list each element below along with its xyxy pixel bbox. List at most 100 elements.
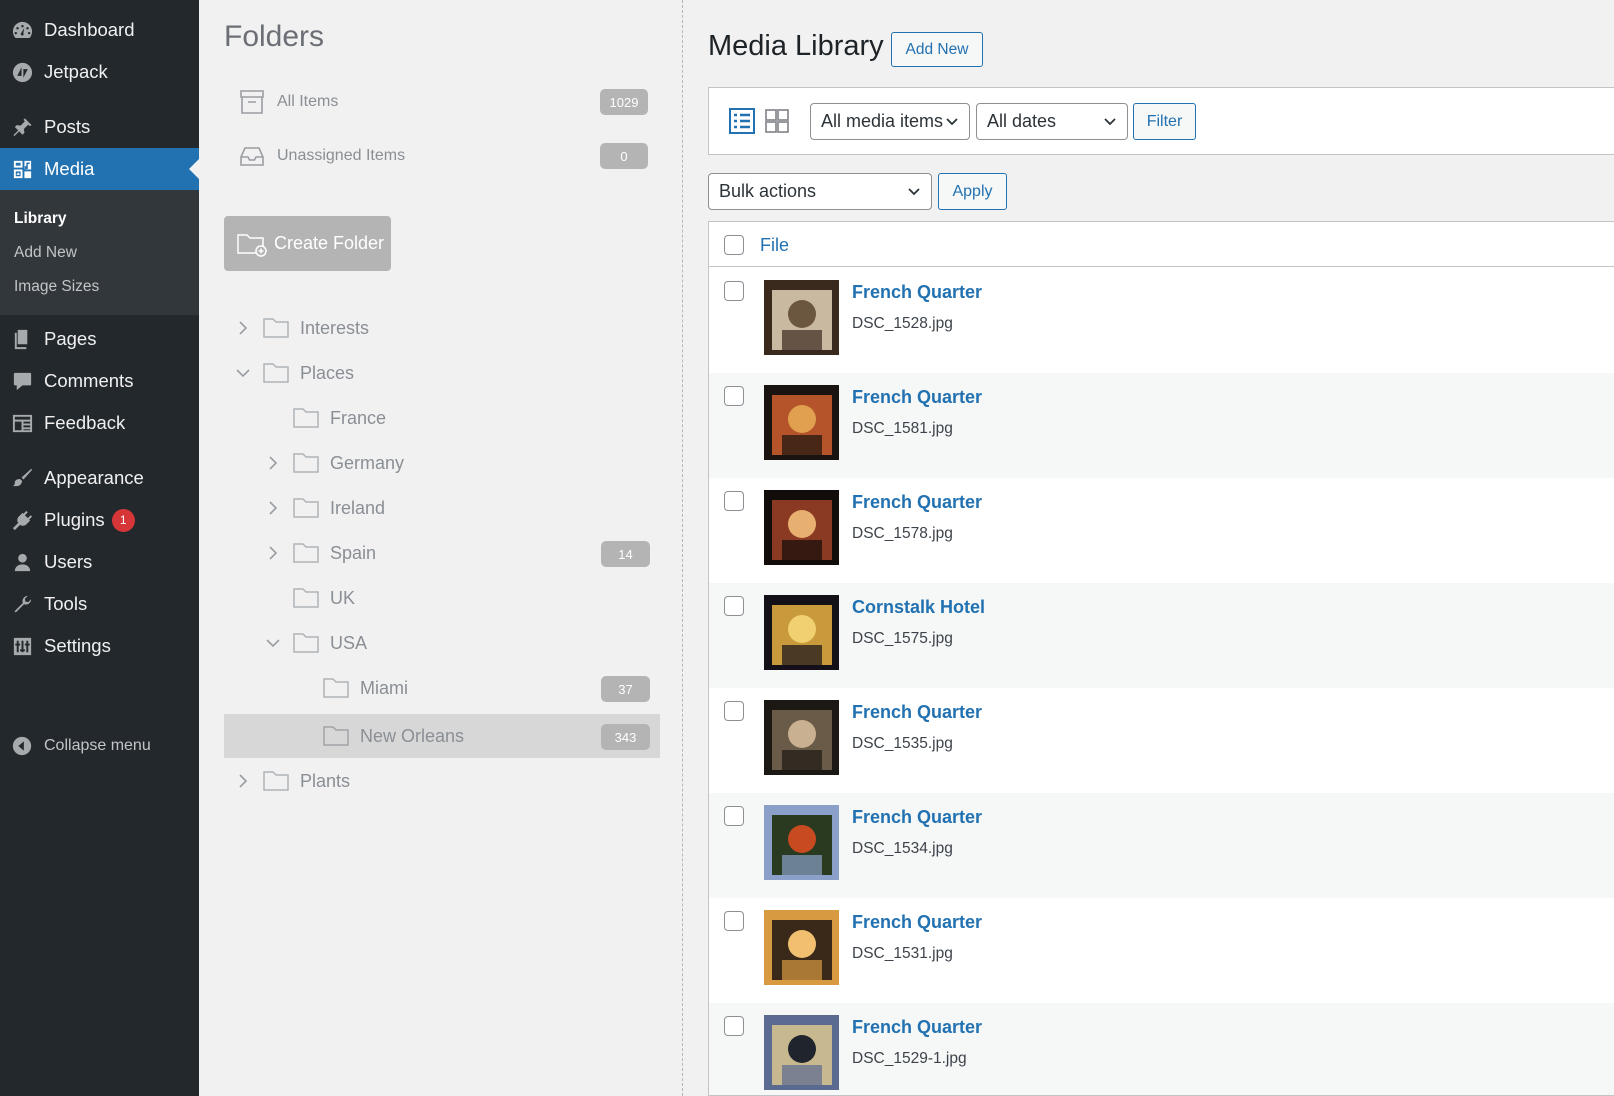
photo-thumbnail-image — [764, 385, 839, 460]
all-items-row[interactable]: All Items 1029 — [224, 84, 648, 120]
folder-places[interactable]: Places — [224, 351, 660, 395]
chevron-right-icon[interactable] — [263, 543, 283, 563]
media-thumbnail[interactable] — [764, 910, 839, 985]
media-type-select[interactable]: All media items — [810, 103, 970, 140]
chevron-right-icon[interactable] — [263, 453, 283, 473]
menu-item-dashboard[interactable]: Dashboard — [0, 9, 199, 51]
media-filename: DSC_1529-1.jpg — [852, 1050, 967, 1067]
row-checkbox[interactable] — [724, 281, 744, 301]
menu-item-appearance[interactable]: Appearance — [0, 457, 199, 499]
menu-item-plugins[interactable]: Plugins 1 — [0, 499, 199, 541]
folder-icon — [293, 453, 319, 473]
media-icon — [9, 156, 35, 182]
media-thumbnail[interactable] — [764, 1015, 839, 1090]
table-row: French Quarter DSC_1535.jpg — [709, 688, 1614, 793]
collapse-menu-button[interactable]: Collapse menu — [0, 726, 199, 766]
filter-button[interactable]: Filter — [1133, 103, 1196, 140]
row-checkbox[interactable] — [724, 596, 744, 616]
inbox-tray-icon — [240, 147, 264, 166]
menu-item-tools[interactable]: Tools — [0, 583, 199, 625]
menu-item-pages[interactable]: Pages — [0, 318, 199, 360]
menu-item-jetpack[interactable]: Jetpack — [0, 51, 199, 93]
media-title-link[interactable]: French Quarter — [852, 1017, 982, 1038]
unassigned-items-row[interactable]: Unassigned Items 0 — [224, 138, 648, 174]
folder-usa[interactable]: USA — [224, 621, 660, 665]
media-title-link[interactable]: French Quarter — [852, 807, 982, 828]
chevron-right-icon[interactable] — [233, 771, 253, 791]
folder-france[interactable]: France — [224, 396, 660, 440]
chevron-right-icon[interactable] — [233, 318, 253, 338]
jetpack-icon — [9, 59, 35, 85]
media-title-link[interactable]: French Quarter — [852, 702, 982, 723]
menu-item-users[interactable]: Users — [0, 541, 199, 583]
brush-icon — [9, 465, 35, 491]
media-filename: DSC_1575.jpg — [852, 630, 953, 647]
menu-item-media[interactable]: Media — [0, 148, 199, 190]
row-checkbox[interactable] — [724, 491, 744, 511]
date-select[interactable]: All dates — [976, 103, 1128, 140]
media-filename: DSC_1528.jpg — [852, 315, 953, 332]
media-title-link[interactable]: French Quarter — [852, 282, 982, 303]
submenu-item-library[interactable]: Library — [14, 210, 67, 228]
folder-plants[interactable]: Plants — [224, 759, 660, 803]
menu-label: Jetpack — [44, 61, 108, 82]
media-title-link[interactable]: Cornstalk Hotel — [852, 597, 985, 618]
menu-item-comments[interactable]: Comments — [0, 360, 199, 402]
create-folder-button[interactable]: Create Folder — [224, 216, 391, 271]
row-checkbox[interactable] — [724, 911, 744, 931]
menu-item-posts[interactable]: Posts — [0, 106, 199, 148]
menu-label: Feedback — [44, 412, 126, 433]
collapse-arrow-icon — [12, 736, 32, 756]
table-row: French Quarter DSC_1578.jpg — [709, 478, 1614, 583]
media-title-link[interactable]: French Quarter — [852, 912, 982, 933]
bulk-actions-select[interactable]: Bulk actions — [708, 173, 932, 210]
folder-label: Miami — [360, 678, 408, 698]
folder-uk[interactable]: UK — [224, 576, 660, 620]
media-submenu: Library Add New Image Sizes — [0, 190, 199, 315]
folder-count: 343 — [601, 724, 650, 750]
menu-item-settings[interactable]: Settings — [0, 625, 199, 667]
media-thumbnail[interactable] — [764, 595, 839, 670]
select-all-checkbox[interactable] — [724, 235, 744, 255]
submenu-item-image-sizes[interactable]: Image Sizes — [14, 278, 99, 296]
folder-spain[interactable]: Spain 14 — [224, 531, 660, 575]
media-thumbnail[interactable] — [764, 490, 839, 565]
list-view-icon[interactable] — [729, 108, 755, 134]
add-new-button[interactable]: Add New — [891, 32, 983, 67]
media-title-link[interactable]: French Quarter — [852, 492, 982, 513]
folder-interests[interactable]: Interests — [224, 306, 660, 350]
media-thumbnail[interactable] — [764, 700, 839, 775]
chevron-down-icon — [1104, 118, 1116, 126]
chevron-down-icon[interactable] — [263, 633, 283, 653]
folder-ireland[interactable]: Ireland — [224, 486, 660, 530]
media-title-link[interactable]: French Quarter — [852, 387, 982, 408]
folder-miami[interactable]: Miami 37 — [224, 666, 660, 710]
column-header-file[interactable]: File — [760, 235, 789, 256]
page-title: Media Library — [708, 30, 884, 62]
folder-germany[interactable]: Germany — [224, 441, 660, 485]
media-filename: DSC_1578.jpg — [852, 525, 953, 542]
grid-view-icon[interactable] — [764, 108, 790, 134]
table-row: French Quarter DSC_1531.jpg — [709, 898, 1614, 1003]
media-thumbnail[interactable] — [764, 805, 839, 880]
row-checkbox[interactable] — [724, 386, 744, 406]
folder-new-orleans[interactable]: New Orleans 343 — [224, 714, 660, 758]
row-checkbox[interactable] — [724, 1016, 744, 1036]
submenu-item-add-new[interactable]: Add New — [14, 244, 77, 262]
create-folder-label: Create Folder — [274, 233, 385, 253]
table-row: French Quarter DSC_1581.jpg — [709, 373, 1614, 478]
folder-icon — [293, 543, 319, 563]
photo-thumbnail-image — [764, 910, 839, 985]
chevron-down-icon[interactable] — [233, 363, 253, 383]
media-thumbnail[interactable] — [764, 385, 839, 460]
apply-button[interactable]: Apply — [938, 173, 1007, 210]
user-icon — [9, 549, 35, 575]
chevron-right-icon[interactable] — [263, 498, 283, 518]
media-filename: DSC_1581.jpg — [852, 420, 953, 437]
pages-icon — [9, 326, 35, 352]
media-thumbnail[interactable] — [764, 280, 839, 355]
menu-item-feedback[interactable]: Feedback — [0, 402, 199, 444]
row-checkbox[interactable] — [724, 701, 744, 721]
row-checkbox[interactable] — [724, 806, 744, 826]
settings-icon — [9, 633, 35, 659]
